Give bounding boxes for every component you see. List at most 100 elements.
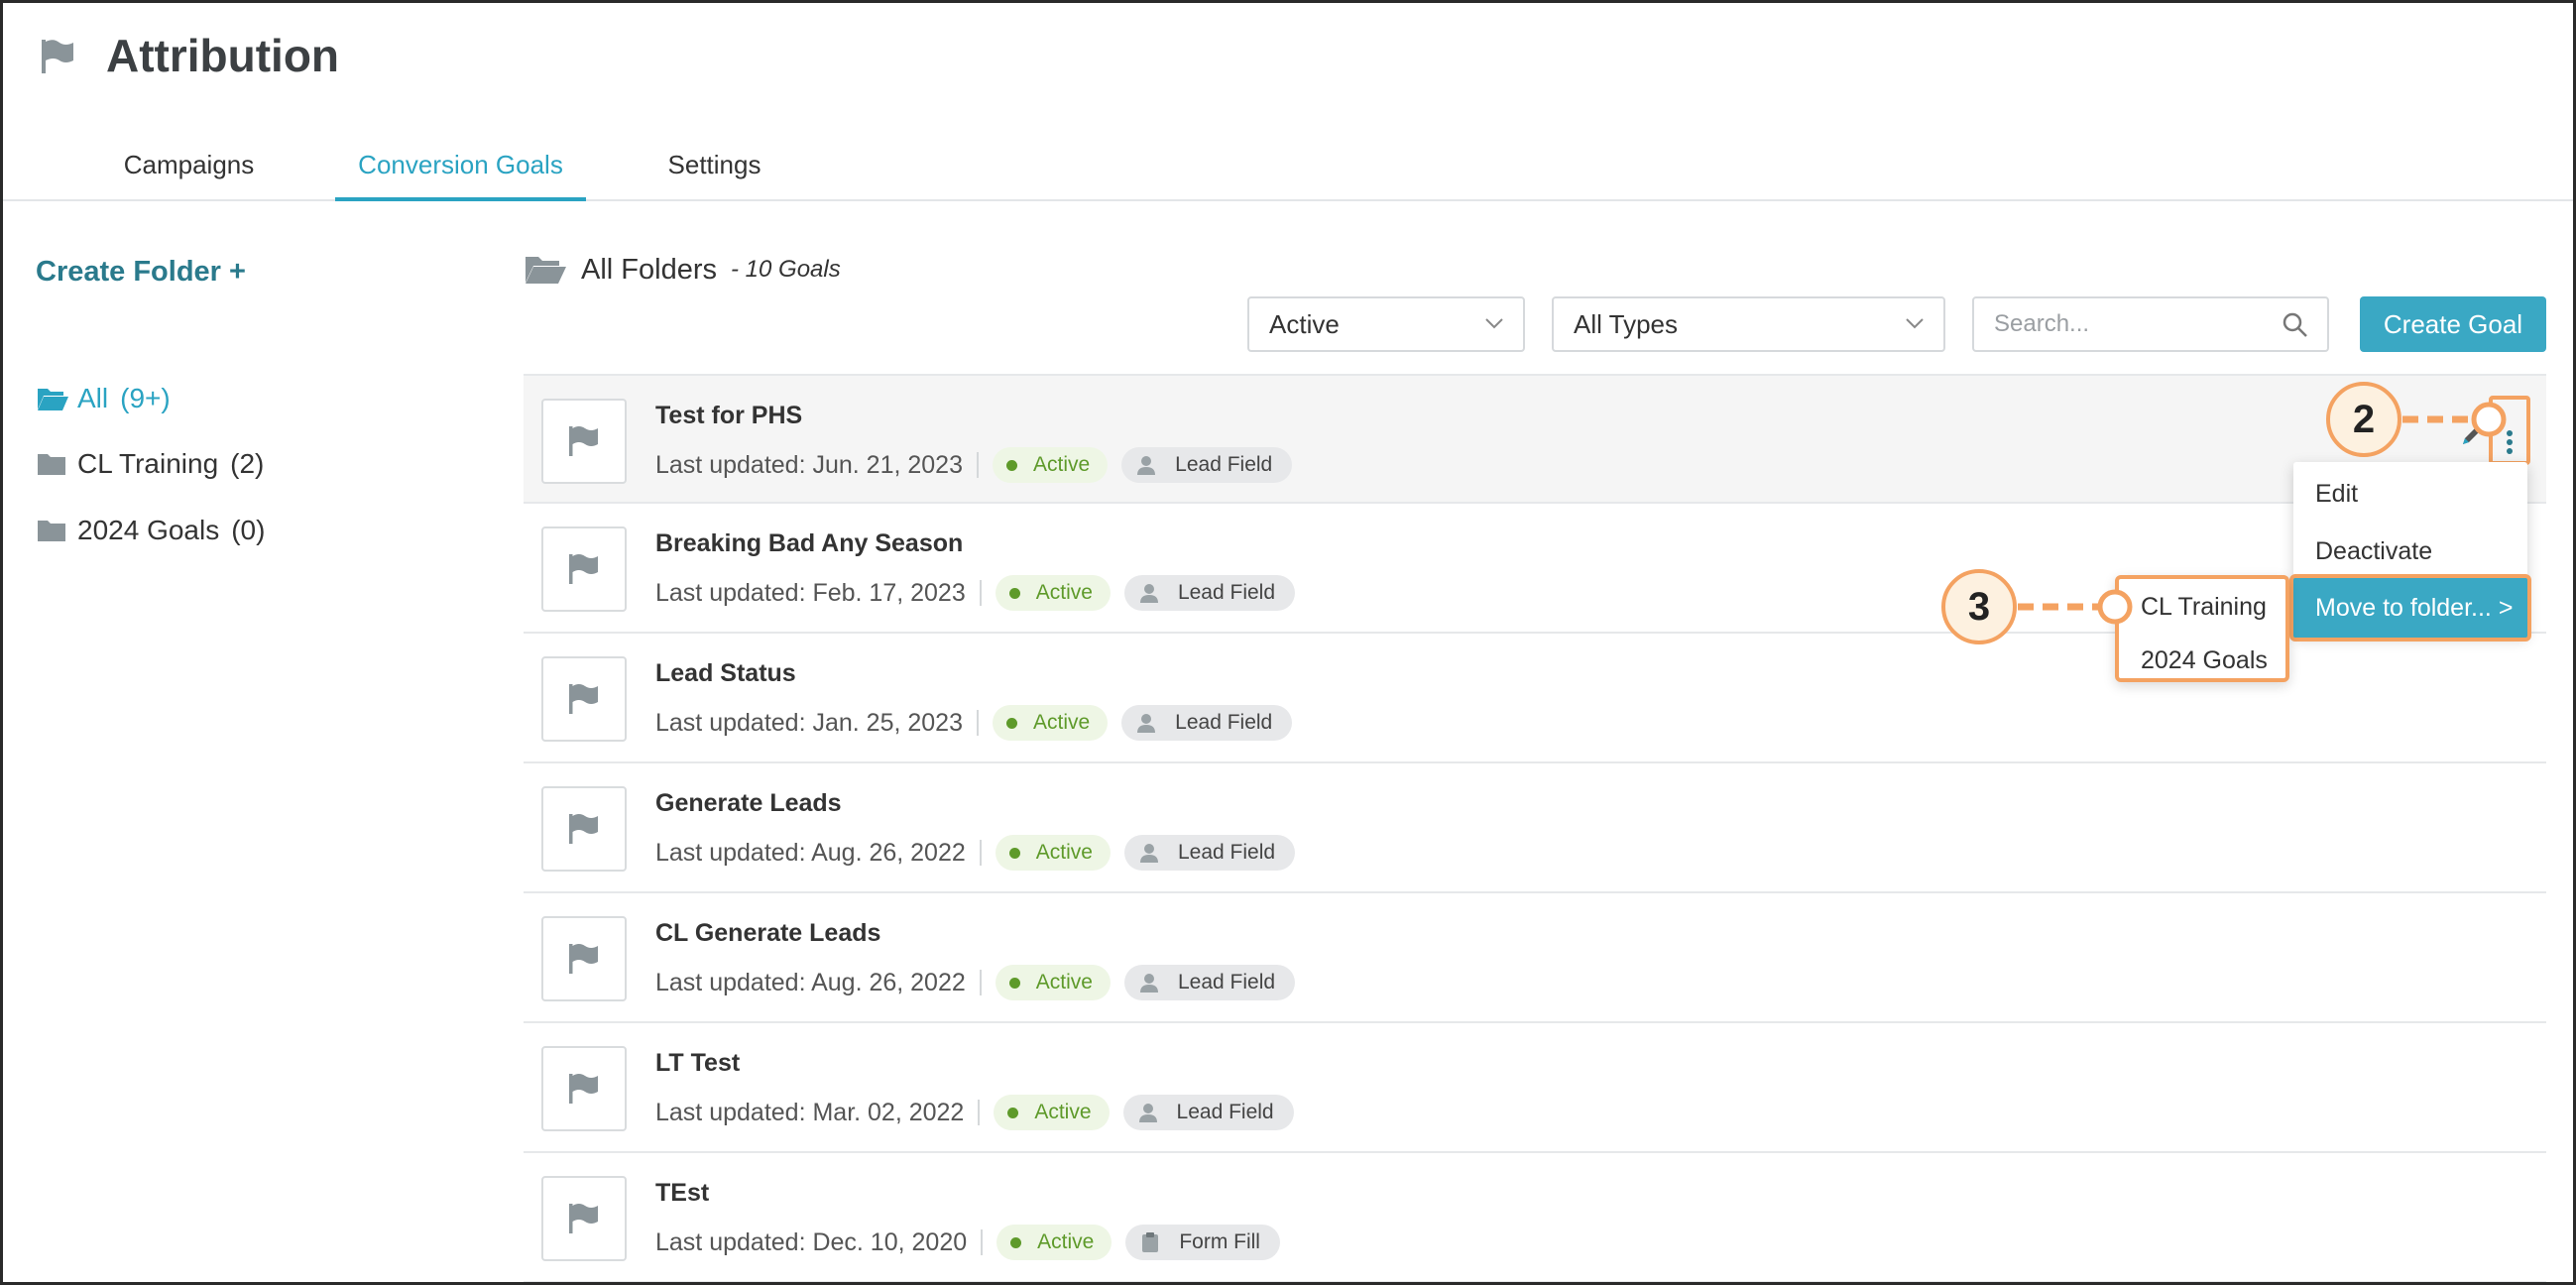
folder-label: CL Training [77,448,219,479]
kebab-menu-icon [2507,430,2513,454]
folder-count: (9+) [120,383,171,413]
goal-name[interactable]: Breaking Bad Any Season [655,529,963,558]
flag-icon [569,814,598,844]
goal-row[interactable]: CL Generate Leads Last updated: Aug. 26,… [524,893,2546,1023]
goal-row[interactable]: LT Test Last updated: Mar. 02, 2022 Acti… [524,1023,2546,1153]
goal-updated: Last updated: Aug. 26, 2022 [655,838,966,867]
goal-thumbnail [541,786,627,872]
divider [976,452,979,478]
folder-open-icon [526,257,566,284]
status-label: Active [1037,1230,1095,1253]
submenu-item-cl-training[interactable]: CL Training [2141,593,2267,622]
type-badge: Lead Field [1123,835,1296,871]
status-label: Active [1035,841,1093,864]
chevron-down-icon [1906,318,1924,329]
create-folder-button[interactable]: Create Folder + [36,256,246,289]
flag-icon [569,554,598,584]
folder-open-icon [38,389,68,410]
divider [976,710,979,736]
goal-meta: Last updated: Aug. 26, 2022 Active Lead … [655,963,1296,1002]
type-filter-select[interactable]: All Types [1552,296,1945,352]
status-dot-icon [1008,847,1020,859]
tab-bar: Campaigns Conversion Goals Settings [3,132,2573,201]
type-badge: Lead Field [1123,575,1296,611]
status-badge: Active [996,1225,1112,1260]
status-filter-select[interactable]: Active [1247,296,1525,352]
flag-icon [569,1204,598,1233]
person-icon [1137,456,1156,475]
type-filter-value: All Types [1574,309,1679,339]
sidebar-folder-2024-goals[interactable]: 2024 Goals (0) [36,509,265,552]
app-frame: Attribution Campaigns Conversion Goals S… [0,0,2576,1285]
sidebar-folder-cl-training[interactable]: CL Training (2) [36,442,264,486]
status-label: Active [1035,971,1093,993]
person-icon [1138,1104,1157,1122]
goal-name[interactable]: Test for PHS [655,402,802,430]
goal-row[interactable]: TEst Last updated: Dec. 10, 2020 Active … [524,1153,2546,1282]
goal-meta: Last updated: Jan. 25, 2023 Active Lead … [655,703,1293,743]
goal-meta: Last updated: Aug. 26, 2022 Active Lead … [655,833,1296,873]
status-dot-icon [1005,459,1017,471]
status-badge: Active [992,447,1109,483]
search-box [1972,296,2329,352]
flag-icon [569,426,598,456]
clipboard-icon [1142,1232,1159,1252]
folder-header: All Folders - 10 Goals [524,253,841,287]
menu-item-deactivate[interactable]: Deactivate [2315,537,2432,566]
type-label: Lead Field [1177,971,1276,993]
person-icon [1137,714,1156,733]
goal-row[interactable]: Generate Leads Last updated: Aug. 26, 20… [524,763,2546,893]
pencil-icon[interactable] [2460,425,2482,447]
folder-count: (2) [230,448,265,479]
callout-step-3: 3 [1941,569,2017,644]
divider [981,1229,984,1255]
status-label: Active [1034,1101,1092,1123]
folder-label: 2024 Goals [77,515,220,545]
person-icon [1139,584,1158,603]
highlight-outline [2289,574,2531,642]
status-dot-icon [1008,977,1020,989]
goal-name[interactable]: TEst [655,1179,709,1208]
goal-updated: Last updated: Jun. 21, 2023 [655,450,963,479]
chevron-down-icon [1485,318,1503,329]
goal-thumbnail [541,399,627,484]
type-label: Lead Field [1175,453,1273,476]
type-label: Lead Field [1175,711,1273,734]
tab-campaigns[interactable]: Campaigns [97,132,281,201]
status-badge: Active [995,965,1111,1000]
status-dot-icon [1007,1107,1019,1118]
search-input[interactable] [1994,298,2282,350]
goal-updated: Last updated: Dec. 10, 2020 [655,1227,968,1256]
type-badge: Lead Field [1123,965,1296,1000]
callout-step-2: 2 [2326,382,2401,457]
goal-name[interactable]: CL Generate Leads [655,919,880,948]
person-icon [1139,974,1158,993]
create-goal-button[interactable]: Create Goal [2360,296,2546,352]
menu-item-edit[interactable]: Edit [2315,480,2358,509]
type-label: Lead Field [1177,581,1276,604]
status-dot-icon [1008,587,1020,599]
submenu-item-2024-goals[interactable]: 2024 Goals [2141,646,2268,675]
type-badge: Lead Field [1122,1095,1294,1130]
divider [979,840,982,866]
flag-icon [569,684,598,714]
sidebar-folder-all[interactable]: All (9+) [36,377,171,420]
goal-name[interactable]: Lead Status [655,659,796,688]
type-label: Lead Field [1177,841,1276,864]
folder-label: All [77,383,109,413]
more-actions-button[interactable] [2489,396,2530,465]
divider [979,970,982,995]
tab-conversion-goals[interactable]: Conversion Goals [335,132,586,201]
goal-meta: Last updated: Feb. 17, 2023 Active Lead … [655,573,1296,613]
status-dot-icon [1010,1236,1022,1248]
folder-icon [38,454,65,475]
goal-name[interactable]: Generate Leads [655,789,842,818]
folder-title: All Folders [581,253,717,286]
flag-icon [42,40,73,73]
goal-row[interactable]: Test for PHS Last updated: Jun. 21, 2023… [524,374,2546,504]
search-icon[interactable] [2282,311,2309,339]
goal-thumbnail [541,1046,627,1131]
goal-updated: Last updated: Feb. 17, 2023 [655,578,966,607]
goal-name[interactable]: LT Test [655,1049,740,1078]
tab-settings[interactable]: Settings [638,132,791,201]
